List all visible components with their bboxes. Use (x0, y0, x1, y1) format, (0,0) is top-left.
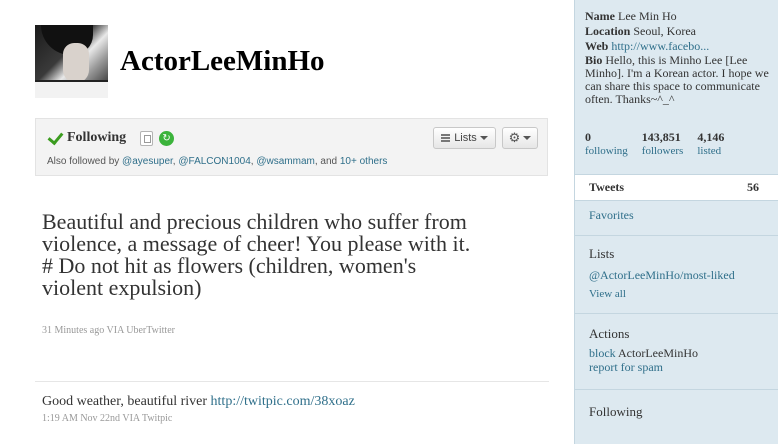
latest-tweet-text: Beautiful and precious children who suff… (42, 209, 471, 300)
profile-location: Seoul, Korea (633, 24, 696, 38)
profile-stats: 0 following 143,851 followers 4,146 list… (585, 130, 738, 157)
lists-button[interactable]: Lists (433, 127, 496, 149)
list-icon (441, 134, 451, 142)
check-icon (47, 130, 63, 146)
following-heading: Following (589, 404, 643, 419)
view-all-lists-link[interactable]: View all (589, 288, 626, 300)
more-followers-link[interactable]: 10+ others (340, 156, 388, 167)
chevron-down-icon (523, 136, 532, 140)
divider (35, 381, 549, 382)
block-link[interactable]: block (589, 346, 616, 360)
tweet-meta[interactable]: 31 Minutes ago VIA UberTwitter (42, 325, 175, 336)
device-updates-icon[interactable] (140, 130, 154, 146)
divider (575, 200, 778, 201)
report-spam-link[interactable]: report for spam (589, 360, 663, 375)
profile-info: Name Lee Min Ho Location Seoul, Korea We… (585, 9, 769, 106)
following-label: Following (67, 130, 127, 145)
actions-menu-button[interactable]: ⚙ (502, 127, 538, 149)
lists-heading: Lists (589, 246, 615, 261)
avatar[interactable] (35, 25, 108, 98)
tweets-tab[interactable]: Tweets 56 (575, 175, 778, 200)
lists-button-label: Lists (454, 132, 477, 144)
divider (575, 313, 778, 314)
divider (575, 235, 778, 236)
profile-web-link[interactable]: http://www.facebo... (611, 39, 709, 53)
tweet-link[interactable]: http://twitpic.com/38xoaz (211, 394, 355, 409)
tweet-text: Good weather, beautiful river (42, 394, 208, 409)
stat-followers[interactable]: 143,851 followers (642, 130, 684, 157)
stat-listed[interactable]: 4,146 listed (697, 130, 724, 157)
follow-box: Following ↻ Lists ⚙ Also followed by @ay… (35, 118, 548, 176)
profile-header: ActorLeeMinHo (35, 25, 325, 98)
follow-status: Following ↻ (47, 130, 175, 146)
actions-heading: Actions (589, 326, 630, 341)
list-link[interactable]: @ActorLeeMinHo/most-liked (589, 268, 735, 283)
tweet-meta[interactable]: 1:19 AM Nov 22nd VIA Twitpic (42, 413, 172, 424)
profile-sidebar: Name Lee Min Ho Location Seoul, Korea We… (574, 0, 778, 444)
screen-name: ActorLeeMinHo (120, 45, 325, 77)
divider (575, 389, 778, 390)
tweets-count: 56 (747, 180, 759, 194)
tweet-item: Good weather, beautiful river http://twi… (42, 394, 355, 410)
block-action: block ActorLeeMinHo (589, 346, 698, 360)
retweets-icon[interactable]: ↻ (159, 130, 175, 146)
favorites-link[interactable]: Favorites (589, 208, 634, 223)
chevron-down-icon (479, 136, 488, 140)
profile-bio: Hello, this is Minho Lee [Lee Minho]. I'… (585, 54, 769, 106)
follower-link[interactable]: @ayesuper (122, 156, 173, 167)
follower-link[interactable]: @FALCON1004 (178, 156, 250, 167)
also-followed-by: Also followed by @ayesuper, @FALCON1004,… (47, 156, 388, 167)
profile-name: Lee Min Ho (618, 9, 677, 23)
gear-icon: ⚙ (508, 130, 521, 146)
follower-link[interactable]: @wsammam (256, 156, 315, 167)
stat-following[interactable]: 0 following (585, 130, 628, 157)
main-column: ActorLeeMinHo Following ↻ Lists ⚙ Also f… (0, 0, 574, 444)
